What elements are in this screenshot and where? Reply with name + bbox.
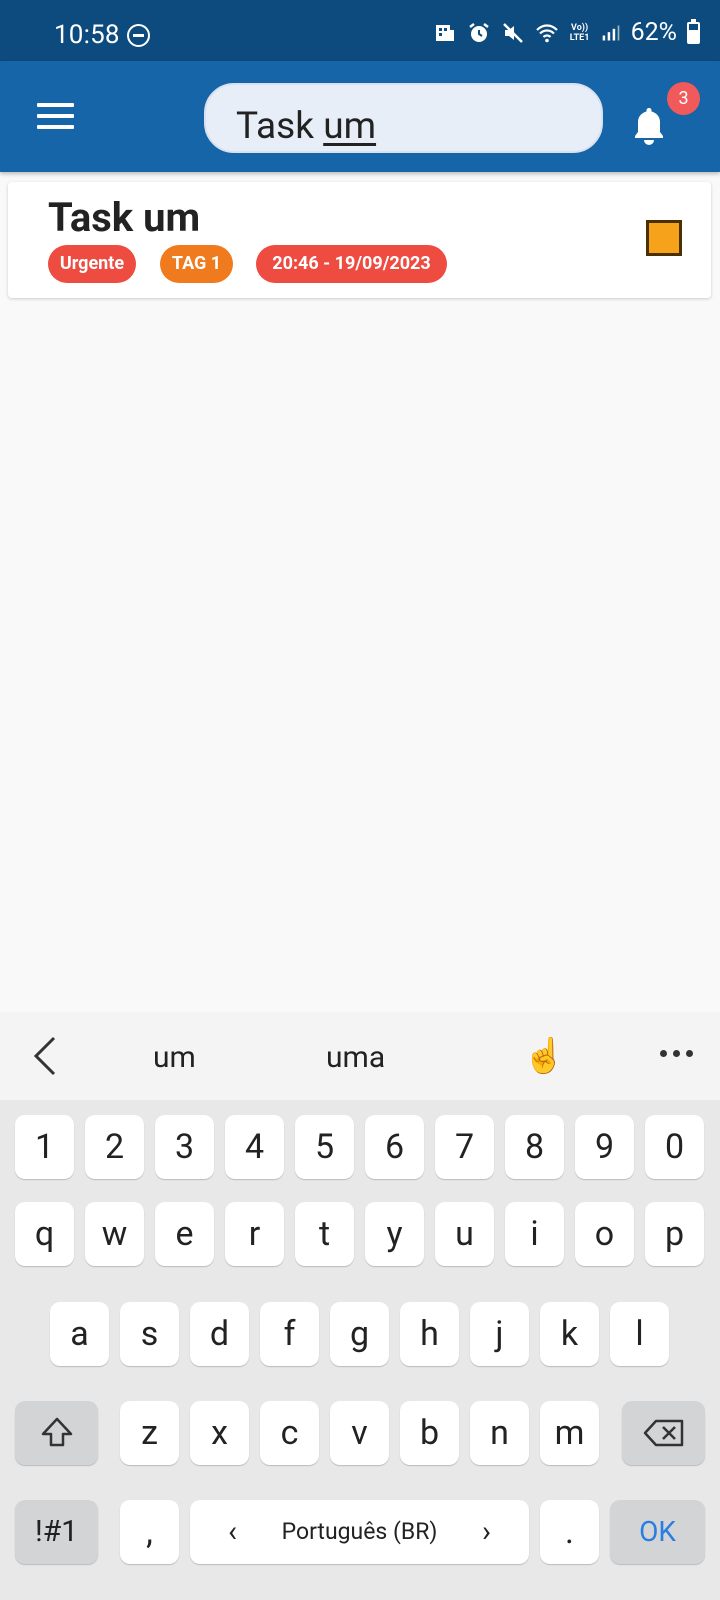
keyboard-suggestion-bar: um uma ☝️ — [0, 1012, 720, 1100]
chevron-left-icon: ‹ — [228, 1514, 238, 1549]
task-card[interactable]: Task um Urgente TAG 1 20:46 - 19/09/2023 — [8, 182, 711, 298]
key-t[interactable]: t — [295, 1202, 354, 1266]
key-3[interactable]: 3 — [155, 1115, 214, 1179]
key-1[interactable]: 1 — [15, 1115, 74, 1179]
key-l[interactable]: l — [610, 1302, 669, 1366]
mute-icon — [502, 22, 523, 43]
key-a[interactable]: a — [50, 1302, 109, 1366]
task-checkbox[interactable] — [646, 220, 682, 256]
comma-key[interactable]: , — [120, 1500, 179, 1564]
key-y[interactable]: y — [365, 1202, 424, 1266]
key-e[interactable]: e — [155, 1202, 214, 1266]
key-2[interactable]: 2 — [85, 1115, 144, 1179]
status-time: 10:58 — [54, 20, 120, 50]
signal-icon — [602, 25, 619, 40]
volte-icon: Vo)) LTE1 — [569, 22, 590, 43]
space-key[interactable]: ‹ Português (BR) › — [190, 1500, 529, 1564]
ok-key[interactable]: OK — [610, 1500, 705, 1564]
key-d[interactable]: d — [190, 1302, 249, 1366]
key-s[interactable]: s — [120, 1302, 179, 1366]
battery-icon — [687, 18, 700, 44]
key-z[interactable]: z — [120, 1401, 179, 1465]
notification-count-badge: 3 — [667, 82, 700, 115]
chevron-right-icon: › — [481, 1514, 491, 1549]
key-5[interactable]: 5 — [295, 1115, 354, 1179]
suggestion-emoji[interactable]: ☝️ — [523, 1036, 565, 1076]
tag-chip: TAG 1 — [160, 245, 233, 283]
hamburger-menu-icon[interactable] — [37, 103, 74, 129]
do-not-disturb-icon — [127, 24, 150, 47]
status-bar: 10:58 Vo)) LTE1 62% — [0, 0, 720, 61]
backspace-icon — [643, 1419, 683, 1447]
key-v[interactable]: v — [330, 1401, 389, 1465]
key-7[interactable]: 7 — [435, 1115, 494, 1179]
space-language-label: Português (BR) — [281, 1518, 438, 1545]
key-x[interactable]: x — [190, 1401, 249, 1465]
app-bar: Task um 3 — [0, 61, 720, 172]
key-9[interactable]: 9 — [575, 1115, 634, 1179]
shift-key[interactable] — [15, 1401, 98, 1465]
key-o[interactable]: o — [575, 1202, 634, 1266]
key-q[interactable]: q — [15, 1202, 74, 1266]
key-h[interactable]: h — [400, 1302, 459, 1366]
backspace-key[interactable] — [622, 1401, 705, 1465]
key-u[interactable]: u — [435, 1202, 494, 1266]
key-r[interactable]: r — [225, 1202, 284, 1266]
keyboard: 1 2 3 4 5 6 7 8 9 0 q w e r t y u i o p … — [0, 1100, 720, 1600]
shift-icon — [41, 1417, 72, 1447]
app-notification-icon — [435, 24, 454, 41]
key-0[interactable]: 0 — [645, 1115, 704, 1179]
key-j[interactable]: j — [470, 1302, 529, 1366]
key-p[interactable]: p — [645, 1202, 704, 1266]
battery-percent: 62% — [630, 18, 677, 47]
priority-chip: Urgente — [48, 245, 136, 283]
task-title: Task um — [48, 194, 201, 241]
search-text-prefix: Task — [236, 105, 324, 148]
key-m[interactable]: m — [540, 1401, 599, 1465]
more-options-icon[interactable] — [660, 1050, 694, 1060]
key-i[interactable]: i — [505, 1202, 564, 1266]
search-text-composing: um — [323, 105, 377, 148]
search-field[interactable]: Task um — [204, 83, 603, 153]
search-input[interactable]: Task um — [236, 105, 376, 148]
due-date-chip: 20:46 - 19/09/2023 — [256, 245, 447, 283]
key-8[interactable]: 8 — [505, 1115, 564, 1179]
notification-bell-icon[interactable] — [631, 105, 667, 147]
key-6[interactable]: 6 — [365, 1115, 424, 1179]
period-key[interactable]: . — [540, 1500, 599, 1564]
key-f[interactable]: f — [260, 1302, 319, 1366]
key-g[interactable]: g — [330, 1302, 389, 1366]
key-k[interactable]: k — [540, 1302, 599, 1366]
wifi-icon — [535, 23, 558, 42]
key-w[interactable]: w — [85, 1202, 144, 1266]
alarm-icon — [468, 22, 489, 42]
chevron-left-icon[interactable] — [28, 1034, 68, 1078]
suggestion-2[interactable]: uma — [326, 1040, 385, 1075]
key-4[interactable]: 4 — [225, 1115, 284, 1179]
suggestion-1[interactable]: um — [153, 1040, 196, 1075]
symbols-key[interactable]: !#1 — [15, 1500, 98, 1564]
key-c[interactable]: c — [260, 1401, 319, 1465]
status-icons: Vo)) LTE1 62% — [433, 18, 700, 47]
key-b[interactable]: b — [400, 1401, 459, 1465]
key-n[interactable]: n — [470, 1401, 529, 1465]
